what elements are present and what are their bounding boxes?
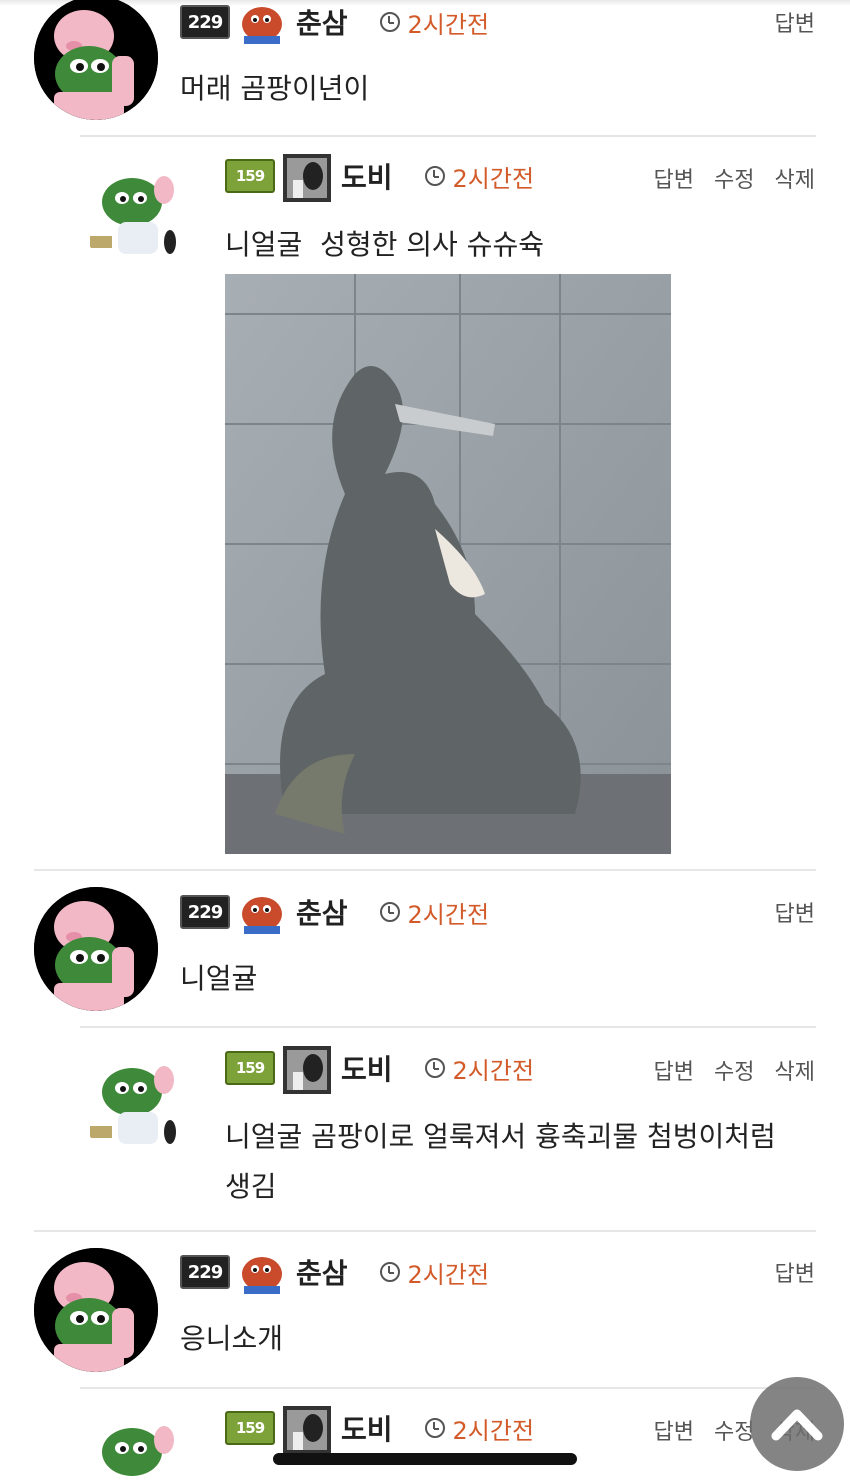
divider [34, 1230, 816, 1232]
comment-text-line: 생김 [225, 1170, 277, 1203]
level-badge: 229 [180, 895, 230, 929]
reply-button[interactable]: 답변 [775, 6, 815, 38]
comment-meta: 229 춘삼 2시간전 [180, 1250, 489, 1294]
time-text: 2시간전 [407, 1260, 490, 1289]
comment-actions: 답변 수정 삭제 [654, 1054, 815, 1086]
user-photo-icon [283, 154, 331, 202]
timestamp: 2시간전 [424, 1051, 535, 1086]
comment-meta: 159 도비 2시간전 [225, 1046, 535, 1094]
time-text: 2시간전 [452, 1416, 535, 1445]
timestamp: 2시간전 [424, 1411, 535, 1446]
comment-meta: 229 춘삼 2시간전 [180, 890, 489, 934]
comment-thread: 229 춘삼 2시간전 답변 머래 곰팡이년이 159 도비 2시간전 답변 수… [0, 0, 850, 1482]
level-badge: 159 [225, 1051, 275, 1085]
nickname[interactable]: 춘삼 [296, 1252, 348, 1292]
reply-button[interactable]: 답변 [654, 1054, 694, 1086]
timestamp: 2시간전 [379, 895, 490, 930]
time-text: 2시간전 [407, 10, 490, 39]
nickname[interactable]: 춘삼 [296, 2, 348, 42]
reply-button[interactable]: 답변 [775, 1256, 815, 1288]
comment-text-line: 니얼굴 곰팡이로 얼룩져서 흉축괴물 첨벙이처럼 [225, 1120, 776, 1153]
delete-button[interactable]: 삭제 [775, 1054, 815, 1086]
avatar-chunsam[interactable] [34, 0, 158, 120]
edit-button[interactable]: 수정 [714, 162, 754, 194]
clock-icon [424, 1418, 445, 1438]
comment-meta: 229 춘삼 2시간전 [180, 0, 489, 44]
comment-text: 머래 곰팡이년이 [180, 72, 370, 105]
comment-actions: 답변 [775, 1256, 815, 1288]
timestamp: 2시간전 [379, 1255, 490, 1290]
comment-actions: 답변 [775, 896, 815, 928]
level-badge: 229 [180, 5, 230, 39]
time-text: 2시간전 [452, 1056, 535, 1085]
timestamp: 2시간전 [424, 159, 535, 194]
comment-meta: 159 도비 2시간전 [225, 154, 535, 202]
time-text: 2시간전 [452, 164, 535, 193]
avatar-dobi[interactable] [80, 160, 190, 270]
comment-text: 니얼귤 [180, 962, 258, 995]
attached-image-statue[interactable] [225, 274, 671, 854]
level-badge: 229 [180, 1255, 230, 1289]
reply-button[interactable]: 답변 [654, 1414, 694, 1446]
delete-button[interactable]: 삭제 [775, 162, 815, 194]
avatar-chunsam[interactable] [34, 887, 158, 1011]
home-indicator [273, 1453, 577, 1465]
comment-text: 응니소개 [180, 1322, 284, 1355]
divider [34, 869, 816, 871]
time-text: 2시간전 [407, 900, 490, 929]
divider [80, 135, 816, 137]
frog-icon [238, 1250, 286, 1294]
clock-icon [424, 1058, 445, 1078]
timestamp: 2시간전 [379, 5, 490, 40]
reply-button[interactable]: 답변 [654, 162, 694, 194]
clock-icon [379, 1262, 400, 1282]
level-badge: 159 [225, 159, 275, 193]
divider [80, 1387, 816, 1389]
comment-meta: 159 도비 2시간전 [225, 1406, 535, 1454]
reply-button[interactable]: 답변 [775, 896, 815, 928]
nickname[interactable]: 춘삼 [296, 892, 348, 932]
level-badge: 159 [225, 1411, 275, 1445]
nickname[interactable]: 도비 [341, 1048, 393, 1088]
user-photo-icon [283, 1046, 331, 1094]
avatar-dobi[interactable] [80, 1050, 190, 1160]
scroll-to-top-button[interactable] [750, 1377, 844, 1471]
nickname[interactable]: 도비 [341, 1408, 393, 1448]
comment-actions: 답변 [775, 6, 815, 38]
clock-icon [424, 166, 445, 186]
avatar-dobi[interactable] [80, 1410, 190, 1482]
comment-actions: 답변 수정 삭제 [654, 162, 815, 194]
comment-text: 니얼굴 곰팡이로 얼룩져서 흉축괴물 첨벙이처럼 생김 [225, 1112, 776, 1212]
edit-button[interactable]: 수정 [714, 1414, 754, 1446]
clock-icon [379, 12, 400, 32]
nickname[interactable]: 도비 [341, 156, 393, 196]
avatar-chunsam[interactable] [34, 1248, 158, 1372]
edit-button[interactable]: 수정 [714, 1054, 754, 1086]
divider [80, 1026, 816, 1028]
frog-icon [238, 0, 286, 44]
comment-text: 니얼굴 성형한 의사 슈슈슉 [225, 228, 544, 261]
frog-icon [238, 890, 286, 934]
clock-icon [379, 902, 400, 922]
user-photo-icon [283, 1406, 331, 1454]
chevron-up-icon [771, 1409, 823, 1441]
